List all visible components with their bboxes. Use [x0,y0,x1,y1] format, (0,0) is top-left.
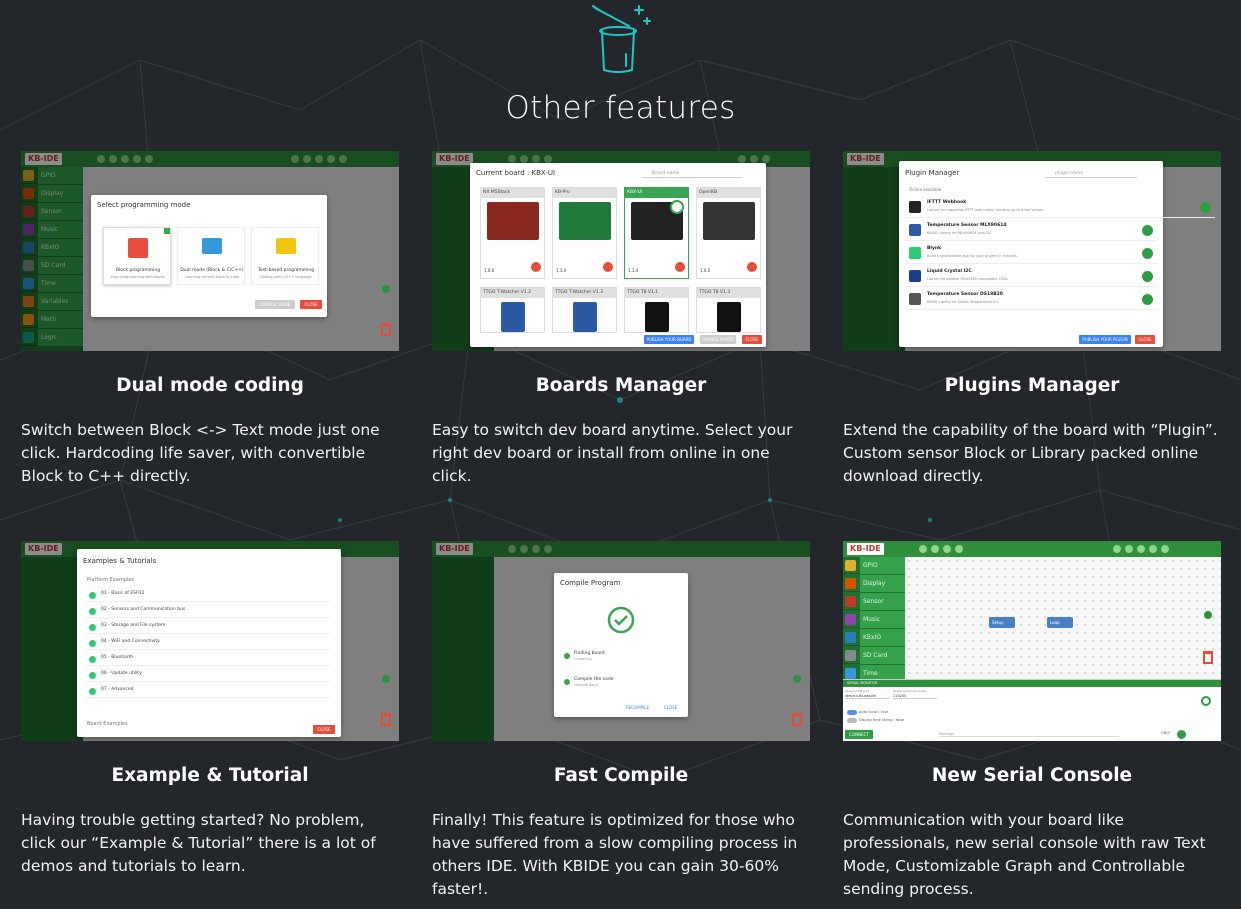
feature-title: Fast Compile [553,765,689,786]
feature-title: New Serial Console [931,765,1133,786]
close-button[interactable]: CLOSE [313,725,335,734]
change-mode-button[interactable]: CHANGE MODE [255,300,295,309]
example-item[interactable]: 05 - Bluetooth [87,653,331,666]
feature-title: Example & Tutorial [111,765,309,786]
timestamp-toggle[interactable] [847,718,857,723]
line-ending-select[interactable]: ONLF [1161,731,1170,735]
compile-dialog: Compile Program Finding board Compiling … [554,573,688,717]
feature-card-serial-console: KB-IDE GPIO Display Sensor Music KBxIO S… [843,541,1221,901]
com-port-select[interactable]: /dev/cu.Bluetooth [845,694,889,699]
feature-description: Switch between Block <-> Text mode just … [21,421,380,485]
publish-plugin-button[interactable]: PUBLISH YOUR PLUGIN [1079,335,1131,344]
graph-toggle-icon[interactable] [1201,696,1211,706]
plugin-item[interactable]: Temperature Sensor DS18B20 KBIDE Library … [905,289,1157,310]
change-board-button[interactable]: CHANGE BOARD [700,335,736,344]
setup-block[interactable]: Setup [989,617,1015,628]
trash-icon [381,713,391,726]
trash-icon [792,713,802,726]
feature-title: Dual mode coding [116,375,304,396]
close-button[interactable]: CLOSE [1135,335,1155,344]
trash-icon [1203,651,1213,664]
plugin-item[interactable]: IFTTT Webhook Library for triggering IFTT… [905,197,1215,218]
example-item[interactable]: 04 - WiFi and Connectivity [87,637,331,650]
feature-card-dual-mode: KB-IDE GPIO Display Sensor Music KBxIO S… [21,151,399,488]
mode-dialog: Select programming mode Block programmin… [91,195,327,317]
feature-description: Extend the capability of the board with … [843,421,1218,485]
check-circle-icon [607,606,635,634]
examples-dialog: Examples & Tutorials Platform Examples 0… [77,549,341,737]
plugin-item[interactable]: Blynk Build a smartphone app for your pro… [905,243,1157,264]
example-item[interactable]: 07 - Advanced [87,685,331,698]
ide-toolbar: KB-IDE [843,541,1221,557]
plugin-search-input[interactable]: plugin name [1045,169,1137,178]
plugins-dialog: Plugin Manager plugin name Online availa… [899,161,1215,347]
feature-card-example-tutorial: KB-IDE Examples & Tutorials Platform Exa… [21,541,399,878]
autoscroll-toggle[interactable] [847,710,857,715]
message-input[interactable]: Message [939,732,1119,737]
feature-description: Communication with your board like profe… [843,811,1206,898]
loop-block[interactable]: Loop [1047,617,1073,628]
feature-screenshot: KB-IDE GPIO Display Sensor Music KBxIO S… [843,541,1221,741]
feature-title: Boards Manager [535,375,707,396]
close-button[interactable]: CLOSE [300,300,322,309]
serial-monitor-panel: SERIAL MONITOR Select COM port /dev/cu.B… [843,679,1221,741]
feature-screenshot: KB-IDE Examples & Tutorials Platform Exa… [21,541,399,741]
example-item[interactable]: 02 - Sensors and Communication bus [87,605,331,618]
baudrate-select[interactable]: 115200 [893,694,937,699]
plugin-item[interactable]: Temperature Sensor MLX90614 KBIDE Library… [905,220,1157,241]
feature-card-fast-compile: KB-IDE Compile Program Finding board Com… [432,541,810,901]
example-item[interactable]: 03 - Storage and File system [87,621,331,634]
connect-button[interactable]: CONNECT [845,730,873,739]
publish-board-button[interactable]: PUBLISH YOUR BOARD [644,335,694,344]
feature-screenshot: KB-IDE Current board : KBX-UI Board name… [432,151,810,351]
feature-description: Finally! This feature is optimized for t… [432,811,798,898]
example-item[interactable]: 01 - Basic of ESP32 [87,589,331,602]
boards-dialog: Current board : KBX-UI Board name NX M5S… [470,163,766,347]
magic-hat-icon [592,5,651,73]
feature-description: Having trouble getting started? No probl… [21,811,376,875]
section-title: Other features [505,90,736,126]
feature-screenshot: KB-IDE GPIO Display Sensor Music KBxIO S… [21,151,399,351]
mode-option-text[interactable]: Text-based programming Coding with C/C++… [251,227,319,285]
recompile-button[interactable]: RECOMPILE [626,705,649,710]
feature-title: Plugins Manager [944,375,1120,396]
board-search-input[interactable]: Board name [642,169,742,178]
kbide-logo: KB-IDE [847,543,884,555]
trash-icon [381,323,391,336]
mode-option-dual[interactable]: Dual mode (Block & C/C++) Learning conve… [177,227,245,285]
send-button[interactable] [1177,730,1186,739]
close-button[interactable]: CLOSE [664,705,677,710]
feature-screenshot: KB-IDE Compile Program Finding board Com… [432,541,810,741]
close-button[interactable]: CLOSE [742,335,762,344]
plugin-item[interactable]: Liquid Crystal I2C Library for parallel H… [905,266,1157,287]
feature-card-boards-manager: KB-IDE Current board : KBX-UI Board name… [432,151,810,488]
example-item[interactable]: 06 - Update utility [87,669,331,682]
feature-description: Easy to switch dev board anytime. Select… [432,421,793,485]
mode-option-block[interactable]: Block programming Easy programming with … [103,227,171,285]
feature-screenshot: KB-IDE Plugin Manager plugin name Online… [843,151,1221,351]
feature-card-plugins-manager: KB-IDE Plugin Manager plugin name Online… [843,151,1221,488]
